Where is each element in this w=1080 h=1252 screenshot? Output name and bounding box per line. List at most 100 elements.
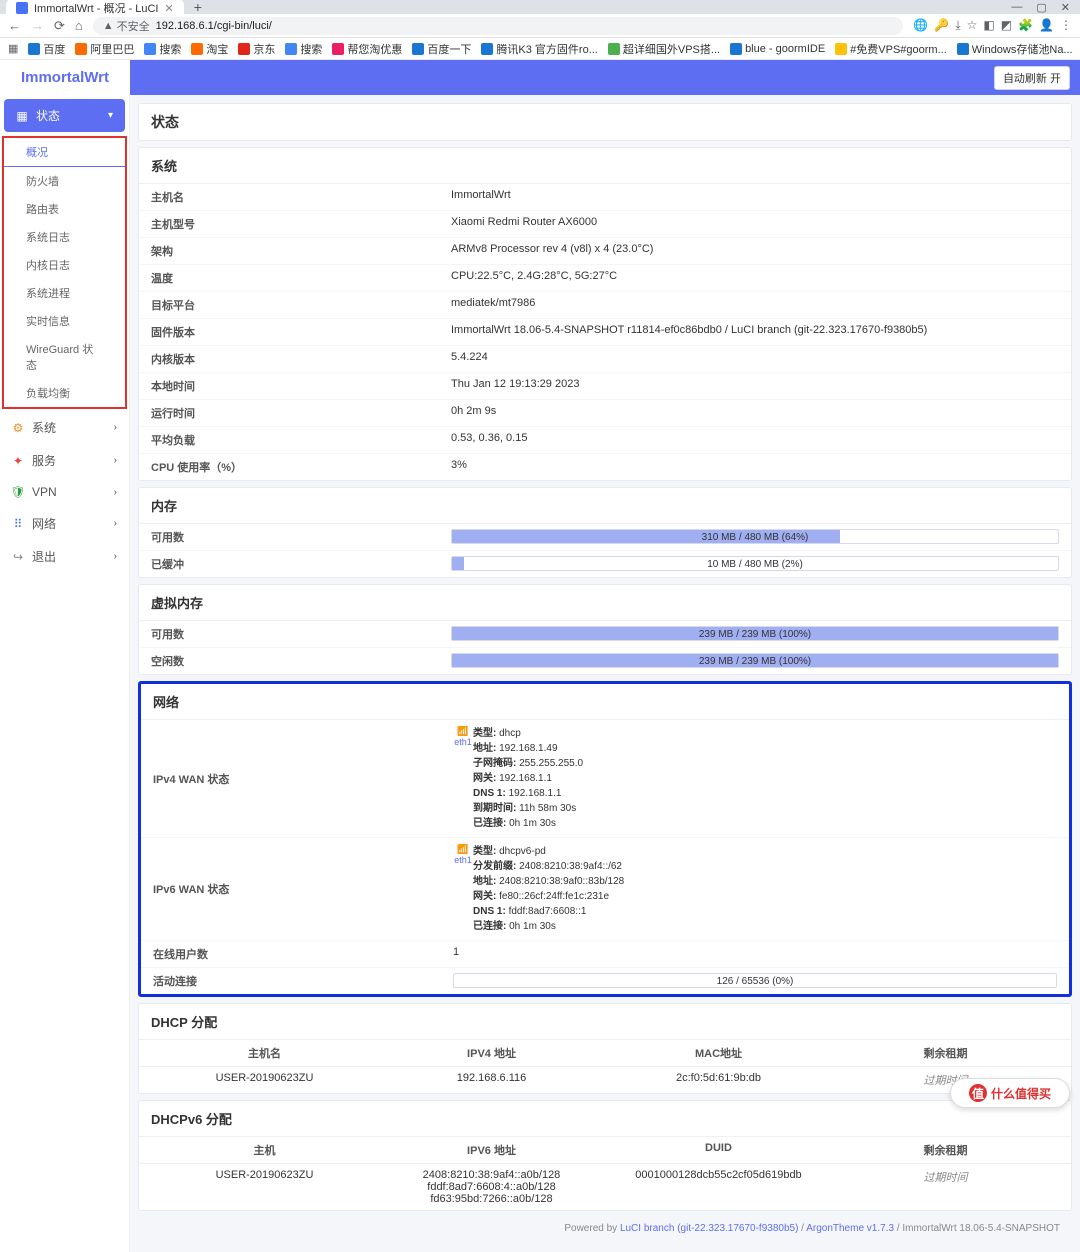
bookmark-item[interactable]: 京东 <box>238 41 275 57</box>
panel-memory: 内存 可用数310 MB / 480 MB (64%)已缓冲10 MB / 48… <box>138 487 1072 578</box>
home-button[interactable]: ⌂ <box>75 18 83 33</box>
col-head: IPV4 地址 <box>378 1045 605 1061</box>
kv-row: 主机型号Xiaomi Redmi Router AX6000 <box>139 211 1071 238</box>
bookmark-item[interactable]: blue - goormIDE <box>730 43 825 55</box>
cat-icon: ✦ <box>12 455 24 467</box>
row-key: 空闲数 <box>151 653 451 669</box>
bookmark-item[interactable]: 百度 <box>28 41 65 57</box>
bookmark-icon <box>730 43 742 55</box>
sidebar-sub-item[interactable]: 概况 <box>4 138 125 167</box>
sidebar-sub-item[interactable]: 防火墙 <box>4 167 125 195</box>
watermark-text: 什么值得买 <box>991 1085 1051 1102</box>
row-key: 主机型号 <box>151 216 451 232</box>
col-head: MAC地址 <box>605 1045 832 1061</box>
sidebar-cat[interactable]: ✦服务› <box>0 444 129 477</box>
wan4-label: IPv4 WAN 状态 <box>153 726 453 831</box>
logo-box: ImmortalWrt <box>0 60 130 95</box>
bookmark-item[interactable]: Windows存储池Na... <box>957 41 1073 57</box>
sidebar-cat-status[interactable]: ▦ 状态 ▾ <box>4 99 125 132</box>
reload-button[interactable]: ⟳ <box>54 18 65 34</box>
row-value: 5.4.224 <box>451 351 1059 367</box>
theme-link[interactable]: ArgonTheme v1.7.3 <box>806 1223 894 1234</box>
cat-icon: ⚙ <box>12 422 24 434</box>
kv-row: 平均负载0.53, 0.36, 0.15 <box>139 427 1071 454</box>
ext-icon[interactable]: ◧ <box>983 18 994 33</box>
sidebar-sub-item[interactable]: WireGuard 状态 <box>4 335 125 379</box>
watermark-icon: 值 <box>969 1084 987 1102</box>
bookmark-item[interactable]: #免费VPS#goorm... <box>835 41 947 57</box>
translate-icon[interactable]: 🌐 <box>913 18 928 33</box>
key-icon[interactable]: 🔑 <box>934 18 949 33</box>
cell: USER-20190623ZU <box>151 1072 378 1088</box>
progress-bar: 310 MB / 480 MB (64%) <box>451 529 1059 544</box>
close-tab-icon[interactable]: ✕ <box>164 2 173 15</box>
kv-row: 内核版本5.4.224 <box>139 346 1071 373</box>
row-key: CPU 使用率（%） <box>151 459 451 475</box>
row-key: 固件版本 <box>151 324 451 340</box>
window-controls: — ▢ ✕ <box>1011 1 1080 14</box>
sidebar-sub-item[interactable]: 系统进程 <box>4 279 125 307</box>
install-icon[interactable]: ⤓ <box>955 18 960 33</box>
sidebar-cat[interactable]: 🛡VPN› <box>0 477 129 507</box>
col-head: 主机 <box>151 1142 378 1158</box>
row-value: Xiaomi Redmi Router AX6000 <box>451 216 1059 232</box>
menu-icon[interactable]: ⋮ <box>1060 18 1072 33</box>
browser-tab[interactable]: ImmortalWrt - 概况 - LuCI ✕ <box>6 0 184 17</box>
sidebar-sub-item[interactable]: 内核日志 <box>4 251 125 279</box>
favicon-icon <box>16 2 28 14</box>
row-key: 活动连接 <box>153 973 453 989</box>
close-window-button[interactable]: ✕ <box>1061 1 1070 14</box>
sidebar-cat[interactable]: ↪退出› <box>0 540 129 573</box>
bookmark-icon <box>75 43 87 55</box>
forward-button[interactable]: → <box>31 18 44 33</box>
puzzle-icon[interactable]: 🧩 <box>1018 18 1033 33</box>
col-head: 主机名 <box>151 1045 378 1061</box>
bookmark-icon <box>412 43 424 55</box>
sidebar-cat[interactable]: ⚙系统› <box>0 411 129 444</box>
extension-icons: 🌐 🔑 ⤓ ☆ ◧ ◩ 🧩 👤 ⋮ <box>913 18 1072 33</box>
sidebar-sub-item[interactable]: 系统日志 <box>4 223 125 251</box>
panel-heading: 系统 <box>139 148 1071 184</box>
logo-text: ImmortalWrt <box>21 69 109 86</box>
progress-bar: 126 / 65536 (0%) <box>453 973 1057 988</box>
bookmark-item[interactable]: 帮您淘优惠 <box>332 41 402 57</box>
bookmark-icon <box>285 43 297 55</box>
chevron-right-icon: › <box>114 487 117 498</box>
kv-row: 主机名ImmortalWrt <box>139 184 1071 211</box>
avatar-icon[interactable]: 👤 <box>1039 18 1054 33</box>
kv-row: 架构ARMv8 Processor rev 4 (v8l) x 4 (23.0°… <box>139 238 1071 265</box>
luci-link[interactable]: LuCI branch (git-22.323.17670-f9380b5) <box>620 1223 798 1234</box>
bookmark-item[interactable]: 搜索 <box>285 41 322 57</box>
cat-icon: ↪ <box>12 551 24 563</box>
star-icon[interactable]: ☆ <box>967 18 978 33</box>
auto-refresh-toggle[interactable]: 自动刷新 开 <box>994 66 1070 90</box>
bookmark-item[interactable]: 超详细国外VPS搭... <box>608 41 720 57</box>
table-row: USER-20190623ZU192.168.6.1162c:f0:5d:61:… <box>139 1067 1071 1093</box>
sidebar-cat[interactable]: ⠿网络› <box>0 507 129 540</box>
maximize-button[interactable]: ▢ <box>1036 1 1046 14</box>
bookmark-item[interactable]: 腾讯K3 官方固件ro... <box>481 41 597 57</box>
bookmark-item[interactable]: 阿里巴巴 <box>75 41 134 57</box>
panel-heading: 虚拟内存 <box>139 585 1071 621</box>
ext-icon-2[interactable]: ◩ <box>1001 18 1012 33</box>
minimize-button[interactable]: — <box>1011 1 1022 14</box>
bookmark-item[interactable]: 百度一下 <box>412 41 471 57</box>
sidebar-sub-item[interactable]: 负载均衡 <box>4 379 125 407</box>
new-tab-button[interactable]: + <box>188 0 208 15</box>
sidebar-sub-item[interactable]: 实时信息 <box>4 307 125 335</box>
back-button[interactable]: ← <box>8 18 21 33</box>
url-field[interactable]: ▲ 不安全 192.168.6.1/cgi-bin/luci/ <box>93 17 904 35</box>
table-row: USER-20190623ZU2408:8210:38:9af4::a0b/12… <box>139 1164 1071 1210</box>
sidebar-sub-item[interactable]: 路由表 <box>4 195 125 223</box>
port-icon: 📶 <box>453 844 473 855</box>
kv-row: CPU 使用率（%）3% <box>139 454 1071 480</box>
apps-icon[interactable]: ▦ <box>8 42 18 55</box>
cat-icon: 🛡 <box>12 486 24 498</box>
bookmark-item[interactable]: 搜索 <box>144 41 181 57</box>
progress-text: 239 MB / 239 MB (100%) <box>452 627 1058 642</box>
kv-row: 已缓冲10 MB / 480 MB (2%) <box>139 551 1071 577</box>
bookmark-item[interactable]: 淘宝 <box>191 41 228 57</box>
panel-heading: DHCPv6 分配 <box>139 1101 1071 1137</box>
panel-dhcp4: DHCP 分配 主机名IPV4 地址MAC地址剩余租期 USER-2019062… <box>138 1003 1072 1094</box>
panel-heading: 内存 <box>139 488 1071 524</box>
